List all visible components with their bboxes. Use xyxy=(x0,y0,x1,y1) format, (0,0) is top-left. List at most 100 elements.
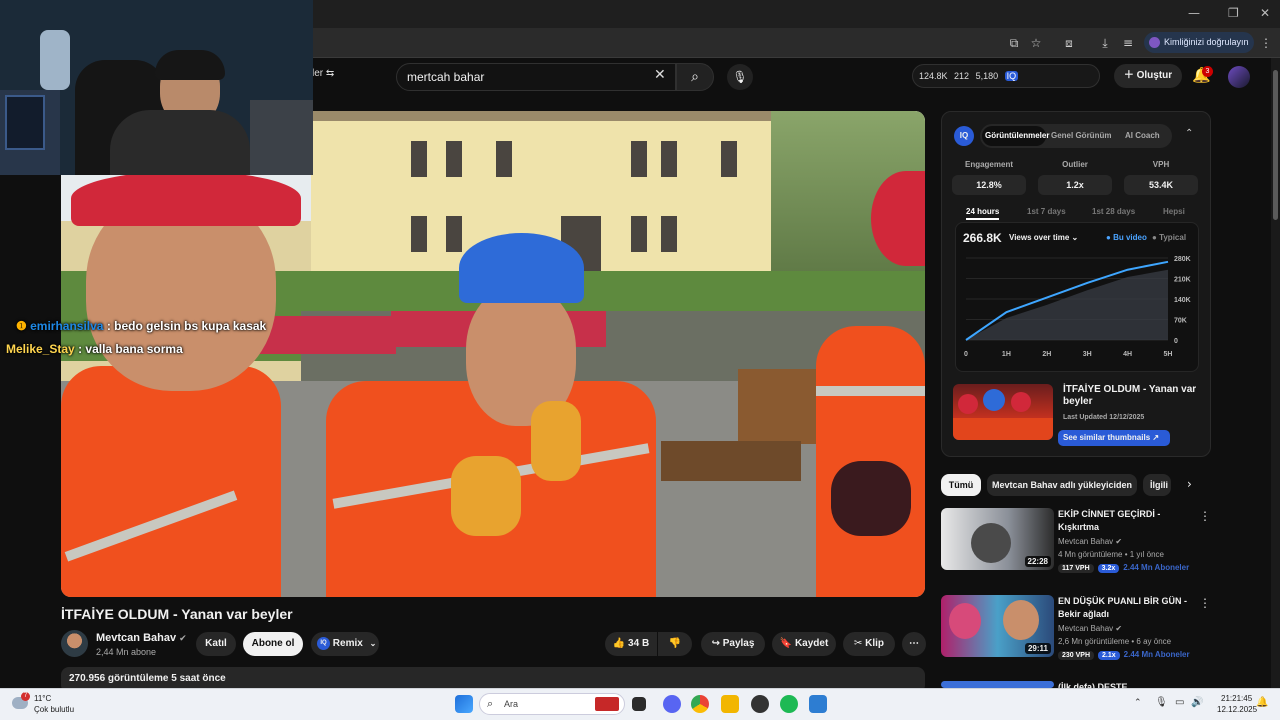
video-player[interactable] xyxy=(61,111,925,597)
weather-condition[interactable]: Çok bulutlu xyxy=(34,705,74,714)
network-icon[interactable]: ▭ xyxy=(1175,697,1184,708)
time-tab-7d[interactable]: 1st 7 days xyxy=(1027,207,1066,216)
weather-badge: 7 xyxy=(21,692,30,701)
panel-video-title: İTFAİYE OLDUM - Yanan var beyler xyxy=(1063,384,1197,407)
join-button[interactable]: Katıl xyxy=(196,632,236,656)
streamer-webcam xyxy=(0,0,313,175)
filter-fragment[interactable]: ler ⇆ xyxy=(312,68,334,79)
metric-label: Outlier xyxy=(1062,160,1088,169)
rec-thumbnail[interactable] xyxy=(941,681,1054,688)
bookmark-star-icon[interactable]: ☆ xyxy=(1028,35,1044,51)
stat-views: 124.8K xyxy=(919,71,948,81)
rec-channel: Mevtcan Bahav ✔ xyxy=(1058,537,1123,546)
collapse-chevron-icon[interactable]: ⌃ xyxy=(1185,128,1193,139)
chat-message: Melike_Stay : valla bana sorma xyxy=(6,342,183,356)
chip-all[interactable]: Tümü xyxy=(941,474,981,496)
rec-more-icon[interactable]: ⋮ xyxy=(1199,596,1211,610)
rec-more-icon[interactable]: ⋮ xyxy=(1199,509,1211,523)
profile-icon xyxy=(1149,37,1160,48)
x-tick-label: 2H xyxy=(1042,351,1051,358)
create-button[interactable]: ＋ Oluştur xyxy=(1114,64,1182,88)
rec-meta: 4 Mn görüntüleme • 1 yıl önce xyxy=(1058,550,1164,559)
search-button[interactable]: ⌕ xyxy=(676,63,714,91)
search-icon: ⌕ xyxy=(487,697,494,710)
search-input[interactable]: mertcah bahar xyxy=(396,63,676,91)
clip-button[interactable]: ✂ Klip xyxy=(843,632,895,656)
tab-ai-coach[interactable]: AI Coach xyxy=(1125,131,1160,140)
chrome-icon[interactable] xyxy=(691,695,709,713)
chevron-down-icon: ⌄ xyxy=(369,639,377,648)
similar-thumbnails-button[interactable]: See similar thumbnails ↗ xyxy=(1058,430,1170,446)
share-icon: ↪ xyxy=(711,638,720,649)
rec-title[interactable]: (İlk defa) DESTE xyxy=(1058,681,1188,688)
voice-search-button[interactable]: 🎙 xyxy=(727,64,753,90)
panel-video-thumbnail[interactable] xyxy=(953,384,1053,440)
y-tick-label: 0 xyxy=(1174,338,1178,345)
stat-comments: 5,180 xyxy=(975,71,999,81)
maximize-button[interactable]: ❐ xyxy=(1228,6,1239,20)
user-avatar[interactable] xyxy=(1228,66,1250,88)
time-tab-24h[interactable]: 24 hours xyxy=(966,207,1000,220)
search-icon: ⌕ xyxy=(691,69,699,85)
channel-avatar[interactable] xyxy=(61,630,88,657)
chips-next-arrow-icon[interactable]: › xyxy=(1187,477,1192,491)
y-tick-label: 70K xyxy=(1174,318,1187,325)
iq-badge-icon: IQ xyxy=(1004,71,1019,81)
browser-menu-icon[interactable]: ⋮ xyxy=(1258,35,1274,51)
notification-center-icon[interactable]: 🔔 xyxy=(1256,697,1268,708)
download-icon[interactable]: ⤓ xyxy=(1097,35,1113,51)
remix-button[interactable]: IQ Remix ⌄ xyxy=(311,632,379,656)
rec-title[interactable]: EKİP CİNNET GEÇİRDİ - Kışkırtma xyxy=(1058,508,1188,534)
spotify-icon[interactable] xyxy=(780,695,798,713)
like-button[interactable]: 👍 34 B xyxy=(605,632,657,656)
chip-related[interactable]: İlgili xyxy=(1143,474,1171,496)
tab-views[interactable]: Görüntülenmeler xyxy=(985,131,1049,140)
extensions-icon[interactable]: ⧈ xyxy=(1061,35,1077,51)
chat-text: : bedo gelsin bs kupa kasak xyxy=(106,319,267,333)
extension-stats[interactable]: 124.8K 212 5,180 IQ xyxy=(912,64,1100,88)
volume-icon[interactable]: 🔊 xyxy=(1191,697,1203,708)
metric-vph: 53.4K xyxy=(1124,175,1198,195)
thumbs-down-icon: 👎 xyxy=(668,638,682,649)
scrollbar-thumb[interactable] xyxy=(1273,70,1278,220)
discord-icon[interactable] xyxy=(663,695,681,713)
rec-channel: Mevtcan Bahav ✔ xyxy=(1058,624,1123,633)
time-tab-all[interactable]: Hepsi xyxy=(1163,207,1185,216)
verified-icon: ✔ xyxy=(1115,624,1123,633)
tab-overview[interactable]: Genel Görünüm xyxy=(1051,131,1111,140)
weather-temperature[interactable]: 11°C xyxy=(34,694,51,703)
chat-message: ❶ emirhansilva : bedo gelsin bs kupa kas… xyxy=(16,319,266,333)
rec-meta: 2,6 Mn görüntüleme • 6 ay önce xyxy=(1058,637,1172,646)
windows-start-icon[interactable] xyxy=(455,695,473,713)
channel-name[interactable]: Mevtcan Bahav ✔ xyxy=(96,632,187,644)
chip-uploader[interactable]: Mevtcan Bahav adlı yükleyiciden xyxy=(987,474,1137,496)
video-title: İTFAİYE OLDUM - Yanan var beyler xyxy=(61,606,293,622)
app-icon[interactable] xyxy=(809,695,827,713)
minimize-button[interactable]: — xyxy=(1188,6,1200,20)
time-tab-28d[interactable]: 1st 28 days xyxy=(1092,207,1135,216)
verify-identity-button[interactable]: Kimliğinizi doğrulayın xyxy=(1144,32,1254,53)
metric-outlier: 1.2x xyxy=(1038,175,1112,195)
install-app-icon[interactable]: ⧉ xyxy=(1006,35,1022,51)
rec-thumbnail[interactable]: 29:11 xyxy=(941,595,1054,657)
share-button[interactable]: ↪ Paylaş xyxy=(701,632,765,656)
x-tick-label: 3H xyxy=(1083,351,1092,358)
clock-time[interactable]: 21:21:45 xyxy=(1221,694,1252,703)
save-button[interactable]: 🔖 Kaydet xyxy=(772,632,836,656)
clock-date[interactable]: 12.12.2025 xyxy=(1217,705,1257,714)
chat-text: : valla bana sorma xyxy=(78,342,183,356)
tray-expand-icon[interactable]: ⌃ xyxy=(1134,698,1142,708)
obs-icon[interactable] xyxy=(751,695,769,713)
rec-thumbnail[interactable]: 22:28 xyxy=(941,508,1054,570)
mic-tray-icon[interactable]: 🎙 xyxy=(1155,697,1168,708)
media-control-icon[interactable]: ≡ xyxy=(1120,35,1136,51)
subscribe-button[interactable]: Abone ol xyxy=(243,632,303,656)
task-view-icon[interactable] xyxy=(632,697,646,711)
clear-search-icon[interactable]: ✕ xyxy=(654,67,666,83)
file-explorer-icon[interactable] xyxy=(721,695,739,713)
close-window-button[interactable]: ✕ xyxy=(1260,6,1270,20)
rec-title[interactable]: EN DÜŞÜK PUANLI BİR GÜN - Bekir ağladı xyxy=(1058,595,1188,621)
more-actions-button[interactable]: ⋯ xyxy=(902,632,926,656)
stat-likes: 212 xyxy=(954,71,970,81)
dislike-button[interactable]: 👎 xyxy=(658,632,692,656)
